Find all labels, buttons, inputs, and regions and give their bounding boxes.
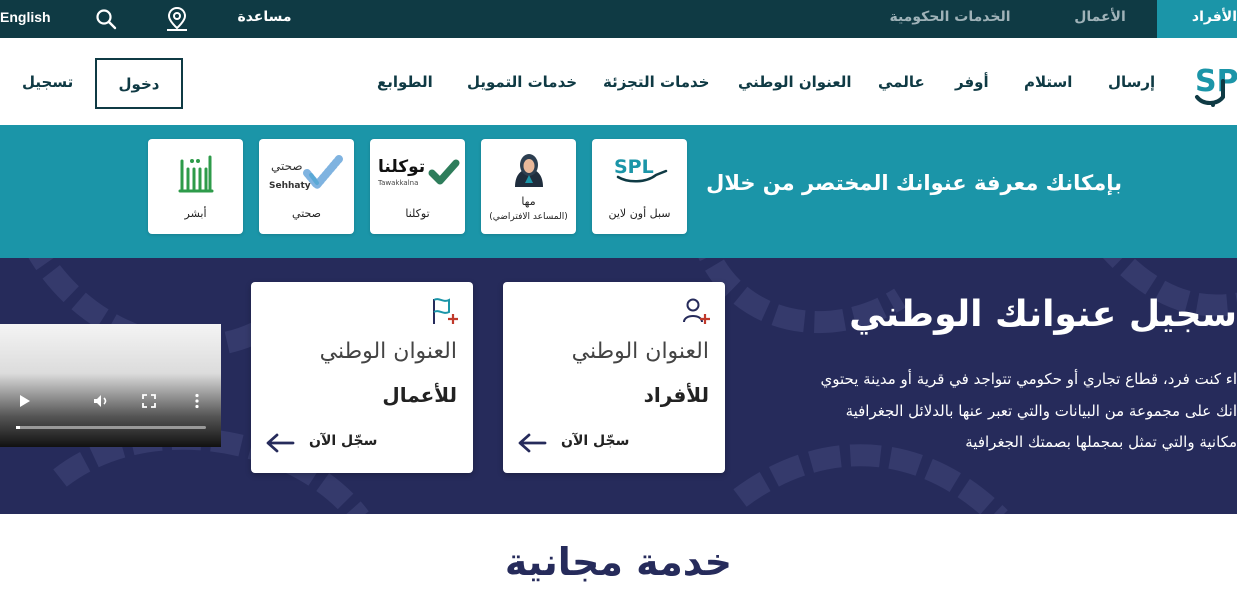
tawakkalna-logo-subtext: Tawakkalna (378, 179, 419, 187)
tab-business[interactable]: الأعمال (1070, 0, 1130, 38)
card-subtitle: للأفراد (643, 383, 709, 407)
sehhaty-logo-subtext: Sehhaty (269, 181, 311, 191)
svg-text:SPL: SPL (614, 156, 654, 178)
tab-individuals[interactable]: الأفراد (1157, 0, 1237, 38)
tawakkalna-logo-text: توكلنا (378, 157, 426, 177)
service-spl-online-label: سبل أون لاين (608, 207, 671, 220)
card-title: العنوان الوطني (319, 339, 457, 364)
maha-avatar-icon (509, 153, 549, 187)
service-maha-sub-label: (المساعد الافتراضي) (489, 212, 568, 222)
nav-finance-services[interactable]: خدمات التمويل (467, 73, 577, 91)
spl-logo[interactable]: SP (1193, 61, 1237, 109)
service-maha-label: مها (521, 195, 536, 208)
main-nav: SP إرسال استلام أوفر عالمي العنوان الوطن… (0, 43, 1237, 125)
nav-global[interactable]: عالمي (878, 73, 925, 91)
service-sehhaty[interactable]: صحتي Sehhaty صحتي (259, 139, 354, 234)
nav-awfar[interactable]: أوفر (955, 73, 989, 91)
card-title: العنوان الوطني (571, 339, 709, 364)
short-address-banner: بإمكانك معرفة عنوانك المختصر من خلال SPL… (0, 125, 1237, 258)
flag-add-icon (429, 296, 459, 326)
play-icon[interactable] (16, 392, 34, 410)
hero-title: سجيل عنوانك الوطني (849, 294, 1237, 335)
individuals-register-card[interactable]: العنوان الوطني للأفراد سجّل الآن (503, 282, 725, 473)
arrow-left-icon[interactable] (517, 432, 547, 454)
business-register-card[interactable]: العنوان الوطني للأعمال سجّل الآن (251, 282, 473, 473)
register-now-link[interactable]: سجّل الآن (561, 433, 629, 449)
map-pin-icon[interactable] (163, 5, 191, 33)
hero-description-line: اء كنت فرد، قطاع تجاري أو حكومي تتواجد ف… (820, 370, 1237, 388)
service-tawakkalna-label: توكلنا (405, 207, 430, 220)
service-absher-label: أبشر (184, 207, 207, 220)
nav-national-address[interactable]: العنوان الوطني (738, 73, 852, 91)
nav-receive[interactable]: استلام (1024, 73, 1072, 91)
nav-stamps[interactable]: الطوابع (377, 73, 433, 91)
hero-description-line: مكانية والتي تمثل بمجملها بصمتك الجغرافي… (965, 433, 1237, 451)
search-icon[interactable] (92, 5, 120, 33)
absher-logo-icon (178, 151, 214, 195)
hero-description-line: انك على مجموعة من البيانات والتي تعبر عن… (845, 402, 1237, 420)
card-subtitle: للأعمال (382, 383, 457, 407)
service-spl-online[interactable]: SPL سبل أون لاين (592, 139, 687, 234)
service-maha-assistant[interactable]: مها (المساعد الافتراضي) (481, 139, 576, 234)
volume-icon[interactable] (92, 392, 110, 410)
tab-individuals-label: الأفراد (1191, 9, 1237, 25)
more-options-icon[interactable] (188, 392, 206, 410)
tab-government-services[interactable]: الخدمات الحكومية (885, 0, 1015, 38)
language-switch-link[interactable]: English (0, 0, 51, 38)
nav-retail-services[interactable]: خدمات التجزئة (603, 73, 709, 91)
section-title: خدمة مجانية (504, 540, 733, 584)
banner-heading: بإمكانك معرفة عنوانك المختصر من خلال (706, 171, 1122, 195)
spl-online-logo-icon: SPL (610, 151, 670, 185)
arrow-left-icon[interactable] (265, 432, 295, 454)
video-player[interactable] (0, 324, 221, 447)
fullscreen-icon[interactable] (140, 392, 158, 410)
add-user-icon (681, 296, 711, 326)
register-now-link[interactable]: سجّل الآن (309, 433, 377, 449)
top-bar: الأفراد الأعمال الخدمات الحكومية مساعدة … (0, 0, 1237, 38)
service-absher[interactable]: أبشر (148, 139, 243, 234)
sehhaty-logo-text: صحتي (271, 159, 303, 173)
login-button[interactable]: دخول (95, 58, 183, 109)
service-sehhaty-label: صحتي (292, 207, 321, 220)
help-link[interactable]: مساعدة (232, 0, 297, 38)
national-address-hero: سجيل عنوانك الوطني اء كنت فرد، قطاع تجار… (0, 258, 1237, 514)
nav-send[interactable]: إرسال (1108, 73, 1155, 91)
video-progress-bar[interactable] (16, 426, 206, 429)
svg-text:SP: SP (1195, 64, 1237, 99)
service-tawakkalna[interactable]: توكلنا Tawakkalna توكلنا (370, 139, 465, 234)
register-link[interactable]: تسجيل (22, 73, 73, 91)
